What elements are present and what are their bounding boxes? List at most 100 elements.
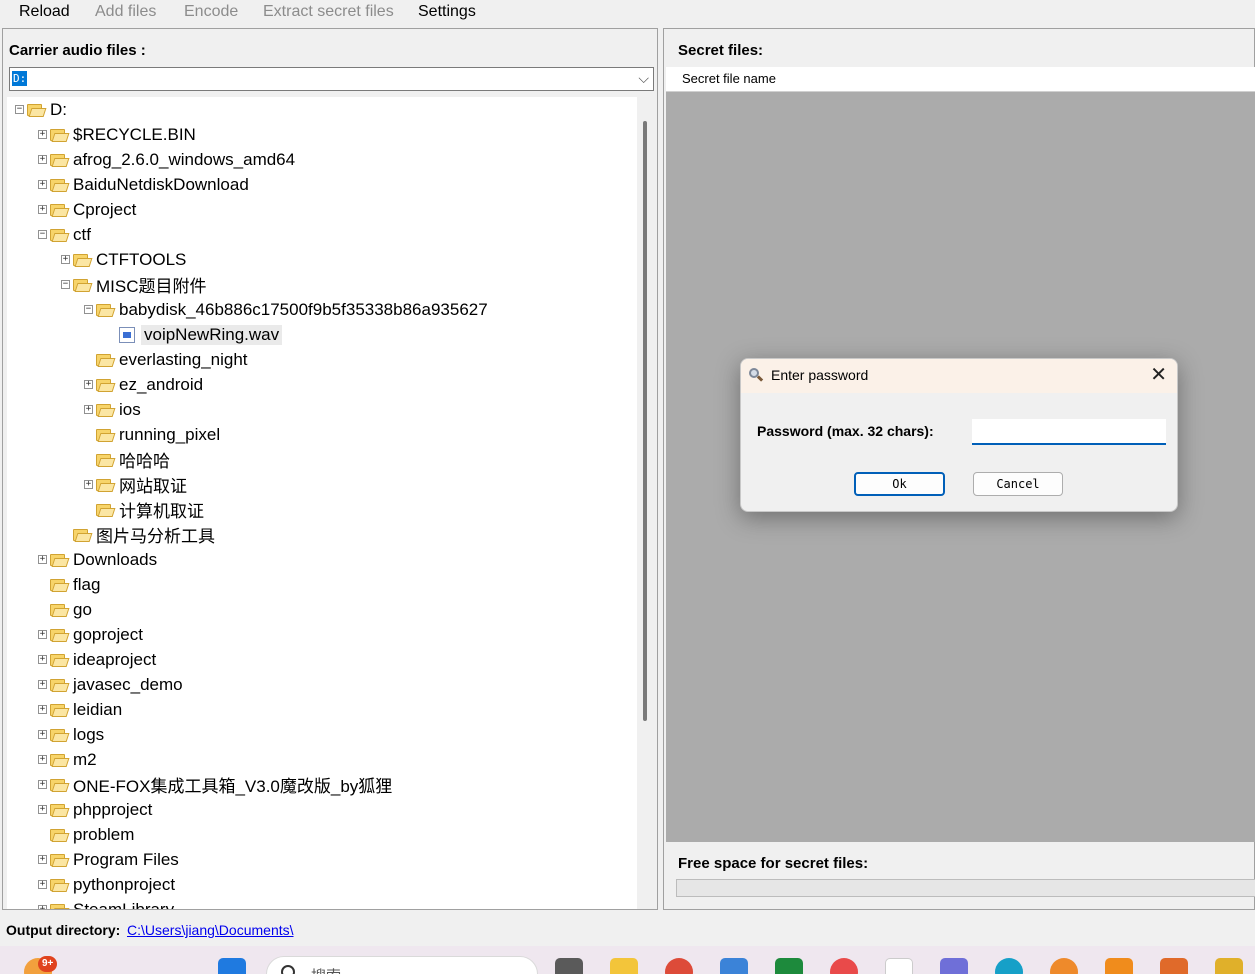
expand-icon[interactable]: + — [38, 155, 47, 164]
taskbar-search[interactable]: 搜索 — [266, 956, 538, 974]
expand-icon[interactable]: + — [84, 480, 93, 489]
collapse-icon[interactable]: − — [84, 305, 93, 314]
chevron-down-icon[interactable]: ⌵ — [638, 70, 649, 87]
folder-icon — [50, 627, 70, 642]
ok-button[interactable]: Ok — [854, 472, 945, 496]
typora-icon[interactable] — [885, 958, 913, 974]
tree-folder-item[interactable]: + ideaproject — [38, 647, 156, 672]
expand-icon[interactable]: + — [38, 555, 47, 564]
menu-settings[interactable]: Settings — [418, 2, 476, 22]
app-icon[interactable] — [1215, 958, 1243, 974]
file-explorer-icon[interactable] — [610, 958, 638, 974]
tree-folder-item[interactable]: + BaiduNetdiskDownload — [38, 172, 249, 197]
folder-tree[interactable]: − D: + $RECYCLE.BIN + afrog_2.6.0_windows_amd… — [7, 97, 637, 909]
tree-folder-item[interactable]: + SteamLibrary — [38, 897, 174, 909]
tree-folder-item[interactable]: + logs — [38, 722, 104, 747]
notepad-icon[interactable] — [720, 958, 748, 974]
collapse-icon[interactable]: − — [15, 105, 24, 114]
tree-folder-item[interactable]: − babydisk_46b886c17500f9b5f35338b86a9356… — [84, 297, 488, 322]
tree-folder-item[interactable]: + phpproject — [38, 797, 152, 822]
secret-file-name-column-header[interactable]: Secret file name — [666, 67, 1255, 92]
start-icon[interactable] — [218, 958, 246, 974]
menu-add-files[interactable]: Add files — [95, 2, 156, 22]
chrome-icon[interactable] — [665, 958, 693, 974]
expand-icon[interactable]: + — [38, 630, 47, 639]
folder-icon — [96, 477, 116, 492]
expand-icon[interactable]: + — [38, 655, 47, 664]
close-icon[interactable]: ✕ — [1150, 364, 1167, 386]
expand-icon[interactable]: + — [38, 730, 47, 739]
folder-icon — [50, 577, 70, 592]
tree-folder-item[interactable]: − D: — [15, 97, 67, 122]
tree-folder-item[interactable]: + goproject — [38, 622, 143, 647]
tree-folder-item[interactable]: problem — [38, 822, 134, 847]
tree-connector — [61, 530, 70, 539]
folder-icon — [96, 502, 116, 517]
tree-file-item[interactable]: voipNewRing.wav — [107, 322, 283, 347]
expand-icon[interactable]: + — [38, 855, 47, 864]
tree-item-label: afrog_2.6.0_windows_amd64 — [73, 149, 296, 169]
expand-icon[interactable]: + — [38, 705, 47, 714]
app-icon[interactable] — [1105, 958, 1133, 974]
tree-item-label: 哈哈哈 — [119, 452, 170, 471]
tree-folder-item[interactable]: + leidian — [38, 697, 122, 722]
expand-icon[interactable]: + — [38, 755, 47, 764]
folder-icon — [50, 177, 70, 192]
tree-folder-item[interactable]: − ctf — [38, 222, 91, 247]
tree-folder-item[interactable]: + m2 — [38, 747, 97, 772]
folder-icon — [73, 527, 93, 542]
dialog-titlebar[interactable]: Enter password ✕ — [741, 359, 1177, 393]
tree-folder-item[interactable]: 计算机取证 — [84, 497, 204, 522]
magnifier-icon — [749, 368, 764, 382]
cancel-button[interactable]: Cancel — [973, 472, 1063, 496]
expand-icon[interactable]: + — [38, 905, 47, 909]
tree-connector — [38, 580, 47, 589]
expand-icon[interactable]: + — [38, 130, 47, 139]
task-view-icon[interactable] — [555, 958, 583, 974]
tree-scrollbar[interactable] — [643, 121, 647, 721]
app-icon[interactable] — [940, 958, 968, 974]
expand-icon[interactable]: + — [38, 205, 47, 214]
tree-folder-item[interactable]: + ios — [84, 397, 141, 422]
tree-folder-item[interactable]: + Cproject — [38, 197, 136, 222]
tree-folder-item[interactable]: + Downloads — [38, 547, 157, 572]
menu-reload[interactable]: Reload — [19, 2, 70, 22]
tree-folder-item[interactable]: + javasec_demo — [38, 672, 183, 697]
tree-folder-item[interactable]: go — [38, 597, 92, 622]
tree-folder-item[interactable]: running_pixel — [84, 422, 220, 447]
tree-folder-item[interactable]: flag — [38, 572, 100, 597]
menu-encode[interactable]: Encode — [184, 2, 238, 22]
expand-icon[interactable]: + — [38, 780, 47, 789]
tree-folder-item[interactable]: + ez_android — [84, 372, 203, 397]
tree-folder-item[interactable]: + Program Files — [38, 847, 179, 872]
tree-folder-item[interactable]: 哈哈哈 — [84, 447, 170, 472]
expand-icon[interactable]: + — [84, 405, 93, 414]
expand-icon[interactable]: + — [38, 880, 47, 889]
folder-icon — [50, 727, 70, 742]
tree-folder-item[interactable]: + $RECYCLE.BIN — [38, 122, 196, 147]
app-icon[interactable] — [1160, 958, 1188, 974]
tree-folder-item[interactable]: + CTFTOOLS — [61, 247, 186, 272]
tree-folder-item[interactable]: + afrog_2.6.0_windows_amd64 — [38, 147, 295, 172]
expand-icon[interactable]: + — [38, 180, 47, 189]
collapse-icon[interactable]: − — [38, 230, 47, 239]
output-directory-link[interactable]: C:\Users\jiang\Documents\ — [127, 922, 294, 938]
password-field[interactable] — [972, 419, 1166, 445]
pycharm-icon[interactable] — [775, 958, 803, 974]
tree-folder-item[interactable]: + 网站取证 — [84, 472, 187, 497]
tree-folder-item[interactable]: 图片马分析工具 — [61, 522, 215, 547]
edge-icon[interactable] — [995, 958, 1023, 974]
firefox-icon[interactable] — [1050, 958, 1078, 974]
expand-icon[interactable]: + — [61, 255, 70, 264]
tree-folder-item[interactable]: − MISC题目附件 — [61, 272, 207, 297]
drive-select[interactable]: D: ⌵ — [9, 67, 654, 91]
tree-folder-item[interactable]: everlasting_night — [84, 347, 248, 372]
expand-icon[interactable]: + — [84, 380, 93, 389]
menu-extract-secret-files[interactable]: Extract secret files — [263, 2, 394, 22]
app-icon[interactable] — [830, 958, 858, 974]
expand-icon[interactable]: + — [38, 680, 47, 689]
tree-folder-item[interactable]: + ONE-FOX集成工具箱_V3.0魔改版_by狐狸 — [38, 772, 392, 797]
tree-folder-item[interactable]: + pythonproject — [38, 872, 175, 897]
expand-icon[interactable]: + — [38, 805, 47, 814]
collapse-icon[interactable]: − — [61, 280, 70, 289]
